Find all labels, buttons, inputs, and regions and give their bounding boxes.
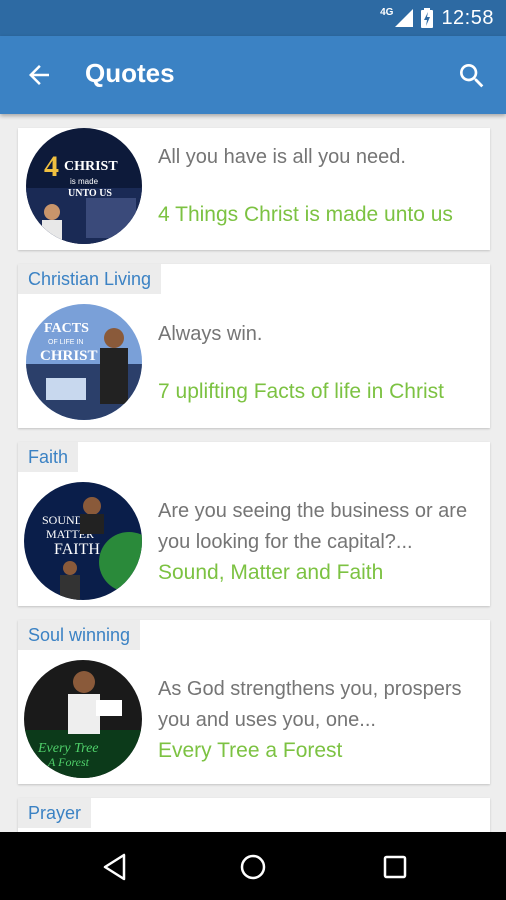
category-label: Faith [18,442,79,472]
quote-text: As God strengthens you, prospers you and… [158,678,462,731]
svg-text:SOUND,: SOUND, [42,513,86,527]
quotes-list[interactable]: 4 CHRIST is made UNTO US All you have is… [0,114,506,832]
back-nav-icon[interactable] [100,852,130,882]
category-label: Christian Living [18,264,162,294]
message-link[interactable]: 4 Things Christ is made unto us [158,201,453,229]
page-title: Quotes [85,58,175,88]
svg-text:CHRIST: CHRIST [64,159,118,174]
quote-card[interactable]: Faith SOUND, MATTER FAITH Are you seeing… [18,442,490,606]
svg-text:4: 4 [44,150,59,183]
thumbnail-image: FACTS OF LIFE IN CHRIST [26,304,142,420]
clock: 12:58 [441,6,494,29]
search-icon[interactable] [456,60,488,92]
home-nav-icon[interactable] [238,852,268,882]
category-label: Soul winning [18,620,141,650]
svg-text:CHRIST: CHRIST [40,348,98,364]
signal-icon [395,9,414,27]
battery-icon [421,8,434,28]
thumbnail-image: SOUND, MATTER FAITH [24,482,142,600]
message-link[interactable]: Every Tree a Forest [158,737,342,765]
quote-text: Are you seeing the business or are you l… [158,500,468,553]
svg-text:FAITH: FAITH [54,541,100,558]
recents-nav-icon[interactable] [380,852,410,882]
message-link[interactable]: 7 uplifting Facts of life in Christ [158,378,444,406]
message-link[interactable]: Sound, Matter and Faith [158,559,383,587]
svg-text:OF LIFE IN: OF LIFE IN [48,339,83,346]
card-thumbnail: Every Tree A Forest [24,660,142,778]
svg-text:FACTS: FACTS [44,321,89,336]
quote-card[interactable]: Soul winning Every Tree A Forest As God … [18,620,490,784]
quote-card[interactable]: Christian Living FACTS OF LIFE IN CHRIST… [18,264,490,428]
thumbnail-image: Every Tree A Forest [24,660,142,778]
thumbnail-image: 4 CHRIST is made UNTO US [26,128,142,244]
quote-card[interactable]: 4 CHRIST is made UNTO US All you have is… [18,128,490,250]
quote-card[interactable]: Prayer [18,798,490,832]
category-label: Prayer [18,798,92,828]
quote-text: All you have is all you need. [158,146,406,168]
card-thumbnail: SOUND, MATTER FAITH [24,482,142,600]
status-bar: 4G 12:58 [0,0,506,36]
quote-text: Always win. [158,323,263,345]
svg-text:Every Tree: Every Tree [37,741,99,756]
card-thumbnail: FACTS OF LIFE IN CHRIST [26,304,142,420]
card-thumbnail: 4 CHRIST is made UNTO US [26,128,142,244]
svg-text:A Forest: A Forest [47,755,90,769]
app-bar: Quotes [0,36,506,114]
arrow-back-icon[interactable] [24,60,54,90]
network-type: 4G [380,6,394,18]
svg-text:is made: is made [70,177,99,186]
system-navigation-bar [0,832,506,900]
svg-text:UNTO US: UNTO US [68,188,112,199]
